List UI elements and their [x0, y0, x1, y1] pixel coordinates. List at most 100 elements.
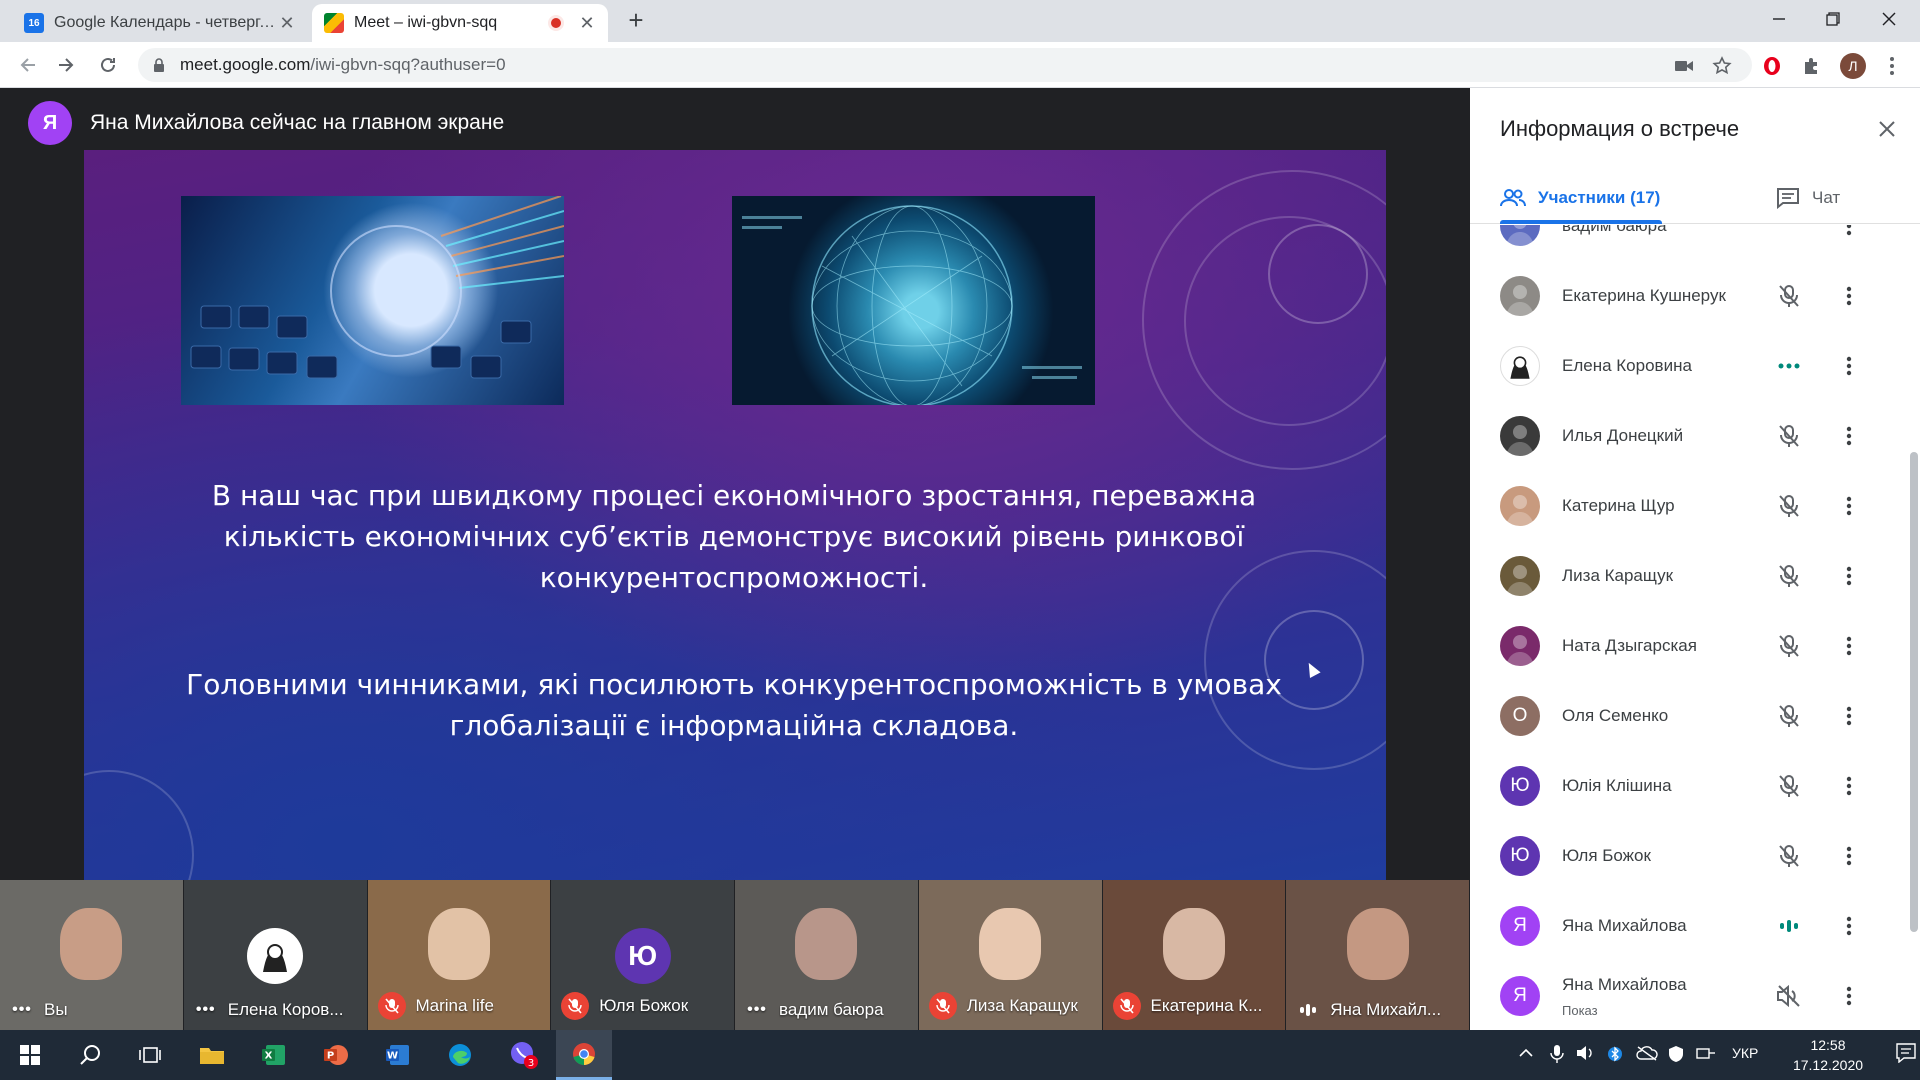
bluetooth-icon[interactable] [1608, 1045, 1622, 1066]
mic-off-icon[interactable] [1776, 493, 1802, 519]
excel-button[interactable]: X [246, 1030, 302, 1080]
audio-dots-icon[interactable] [1776, 353, 1802, 379]
participant-name: Оля Семенко [1562, 706, 1669, 725]
participant-name: вадим баюра [1562, 225, 1667, 235]
tab-participants[interactable]: Участники (17) [1500, 172, 1660, 224]
participant-tile[interactable]: Лиза Каращук [918, 880, 1103, 1030]
viber-button[interactable]: 3 [496, 1030, 552, 1080]
presented-slide[interactable]: В наш час при швидкому процесі економічн… [84, 150, 1386, 880]
word-icon: W [386, 1045, 409, 1065]
more-options-icon[interactable] [1836, 913, 1862, 939]
tab-google-calendar[interactable]: 16 Google Календарь - четверг, 17 д ✕ [12, 4, 308, 42]
more-options-icon[interactable] [1836, 633, 1862, 659]
cloud-sync-icon[interactable] [1636, 1045, 1658, 1064]
chat-icon [1777, 188, 1799, 209]
more-options-icon[interactable] [1836, 283, 1862, 309]
participant-row[interactable]: Ю Юлія Клішина [1470, 751, 1900, 821]
more-options-icon[interactable] [1836, 493, 1862, 519]
close-window-button[interactable] [1862, 0, 1916, 38]
opera-extension-icon[interactable] [1760, 54, 1784, 78]
word-button[interactable]: W [370, 1030, 426, 1080]
mic-off-icon[interactable] [1776, 773, 1802, 799]
language-indicator[interactable]: УКР [1732, 1045, 1758, 1061]
forward-button[interactable] [52, 51, 80, 79]
participant-row[interactable]: Екатерина Кушнерук [1470, 261, 1900, 331]
profile-avatar[interactable]: Л [1840, 53, 1866, 79]
participant-row[interactable]: Катерина Щур [1470, 471, 1900, 541]
participant-row[interactable]: Лиза Каращук [1470, 541, 1900, 611]
notifications-icon[interactable] [1896, 1043, 1916, 1066]
new-tab-button[interactable]: + [622, 6, 650, 34]
tab-chat[interactable]: Чат [1776, 172, 1840, 224]
system-clock[interactable]: 12:58 17.12.2020 [1768, 1035, 1888, 1075]
more-options-icon[interactable] [1836, 423, 1862, 449]
search-button[interactable] [62, 1030, 118, 1080]
extensions-puzzle-icon[interactable] [1800, 54, 1824, 78]
avatar [1500, 225, 1540, 246]
windows-logo-icon [20, 1045, 40, 1065]
restore-button[interactable] [1806, 0, 1860, 38]
participant-video-face [427, 908, 490, 980]
more-options-icon[interactable] [1836, 225, 1862, 239]
participant-list[interactable]: вадим баюра Екатерина Кушнерук Елена Коров… [1470, 225, 1920, 1030]
browser-menu-icon[interactable] [1880, 54, 1904, 78]
participant-tile[interactable]: ••• Елена Коров... [183, 880, 368, 1030]
participant-row[interactable]: Я Яна Михайлова [1470, 891, 1900, 961]
participant-row[interactable]: Я Яна Михайлова Показ [1470, 961, 1900, 1030]
participant-filmstrip: ••• Вы ••• Елена Коров... Marina life Ю Юля Бо… [0, 880, 1470, 1030]
participant-row[interactable]: вадим баюра [1470, 225, 1900, 261]
participant-row[interactable]: Ю Юля Божок [1470, 821, 1900, 891]
participant-tile[interactable]: Яна Михайл... [1286, 880, 1470, 1030]
more-options-icon[interactable] [1836, 353, 1862, 379]
reload-button[interactable] [94, 51, 122, 79]
chrome-button[interactable] [556, 1030, 612, 1080]
network-icon[interactable] [1696, 1045, 1716, 1064]
tray-chevron-icon[interactable] [1518, 1045, 1534, 1064]
participant-row[interactable]: О Оля Семенко [1470, 681, 1900, 751]
more-options-icon[interactable] [1836, 773, 1862, 799]
presentation-audio-off-icon[interactable] [1776, 983, 1802, 1009]
mic-off-icon[interactable] [1776, 703, 1802, 729]
close-tab-icon[interactable]: ✕ [278, 13, 296, 34]
more-options-icon[interactable] [1836, 983, 1862, 1009]
minimize-button[interactable] [1752, 0, 1806, 38]
participant-tile[interactable]: Екатерина К... [1102, 880, 1287, 1030]
excel-icon: X [262, 1045, 285, 1065]
participant-label: ••• вадим баюра [735, 1000, 918, 1020]
tab-meet[interactable]: Meet – iwi-gbvn-sqq ✕ [312, 4, 608, 42]
participant-row[interactable]: Ната Дзыгарская [1470, 611, 1900, 681]
more-options-icon[interactable] [1836, 703, 1862, 729]
mic-off-icon[interactable] [1776, 633, 1802, 659]
more-options-icon[interactable] [1836, 563, 1862, 589]
participant-row[interactable]: Елена Коровина [1470, 331, 1900, 401]
avatar [1500, 556, 1540, 596]
avatar [1500, 346, 1540, 386]
security-shield-icon[interactable] [1668, 1045, 1684, 1066]
bookmark-star-icon[interactable] [1710, 54, 1734, 78]
speaking-bars-icon[interactable] [1776, 913, 1802, 939]
participant-list-scrollbar[interactable] [1910, 452, 1918, 932]
participant-tile[interactable]: Ю Юля Божок [551, 880, 735, 1030]
participant-tile[interactable]: ••• вадим баюра [735, 880, 919, 1030]
url-field[interactable]: meet.google.com/iwi-gbvn-sqq?authuser=0 [138, 48, 1752, 82]
back-button[interactable] [14, 51, 42, 79]
participant-tile[interactable]: ••• Вы [0, 880, 184, 1030]
edge-button[interactable] [432, 1030, 488, 1080]
volume-icon[interactable] [1576, 1045, 1596, 1064]
close-tab-icon[interactable]: ✕ [578, 13, 596, 34]
mic-off-icon[interactable] [1776, 843, 1802, 869]
task-view-button[interactable] [122, 1030, 178, 1080]
powerpoint-button[interactable]: P [308, 1030, 364, 1080]
microphone-tray-icon[interactable] [1550, 1045, 1564, 1066]
close-panel-button[interactable] [1872, 114, 1902, 144]
participant-name: Илья Донецкий [1562, 426, 1684, 445]
participant-tile[interactable]: Marina life [367, 880, 552, 1030]
mic-off-icon[interactable] [1776, 283, 1802, 309]
mic-off-icon[interactable] [1776, 423, 1802, 449]
start-button[interactable] [2, 1030, 58, 1080]
file-explorer-button[interactable] [184, 1030, 240, 1080]
more-options-icon[interactable] [1836, 843, 1862, 869]
camera-in-use-icon[interactable] [1672, 54, 1696, 78]
mic-off-icon[interactable] [1776, 563, 1802, 589]
participant-row[interactable]: Илья Донецкий [1470, 401, 1900, 471]
